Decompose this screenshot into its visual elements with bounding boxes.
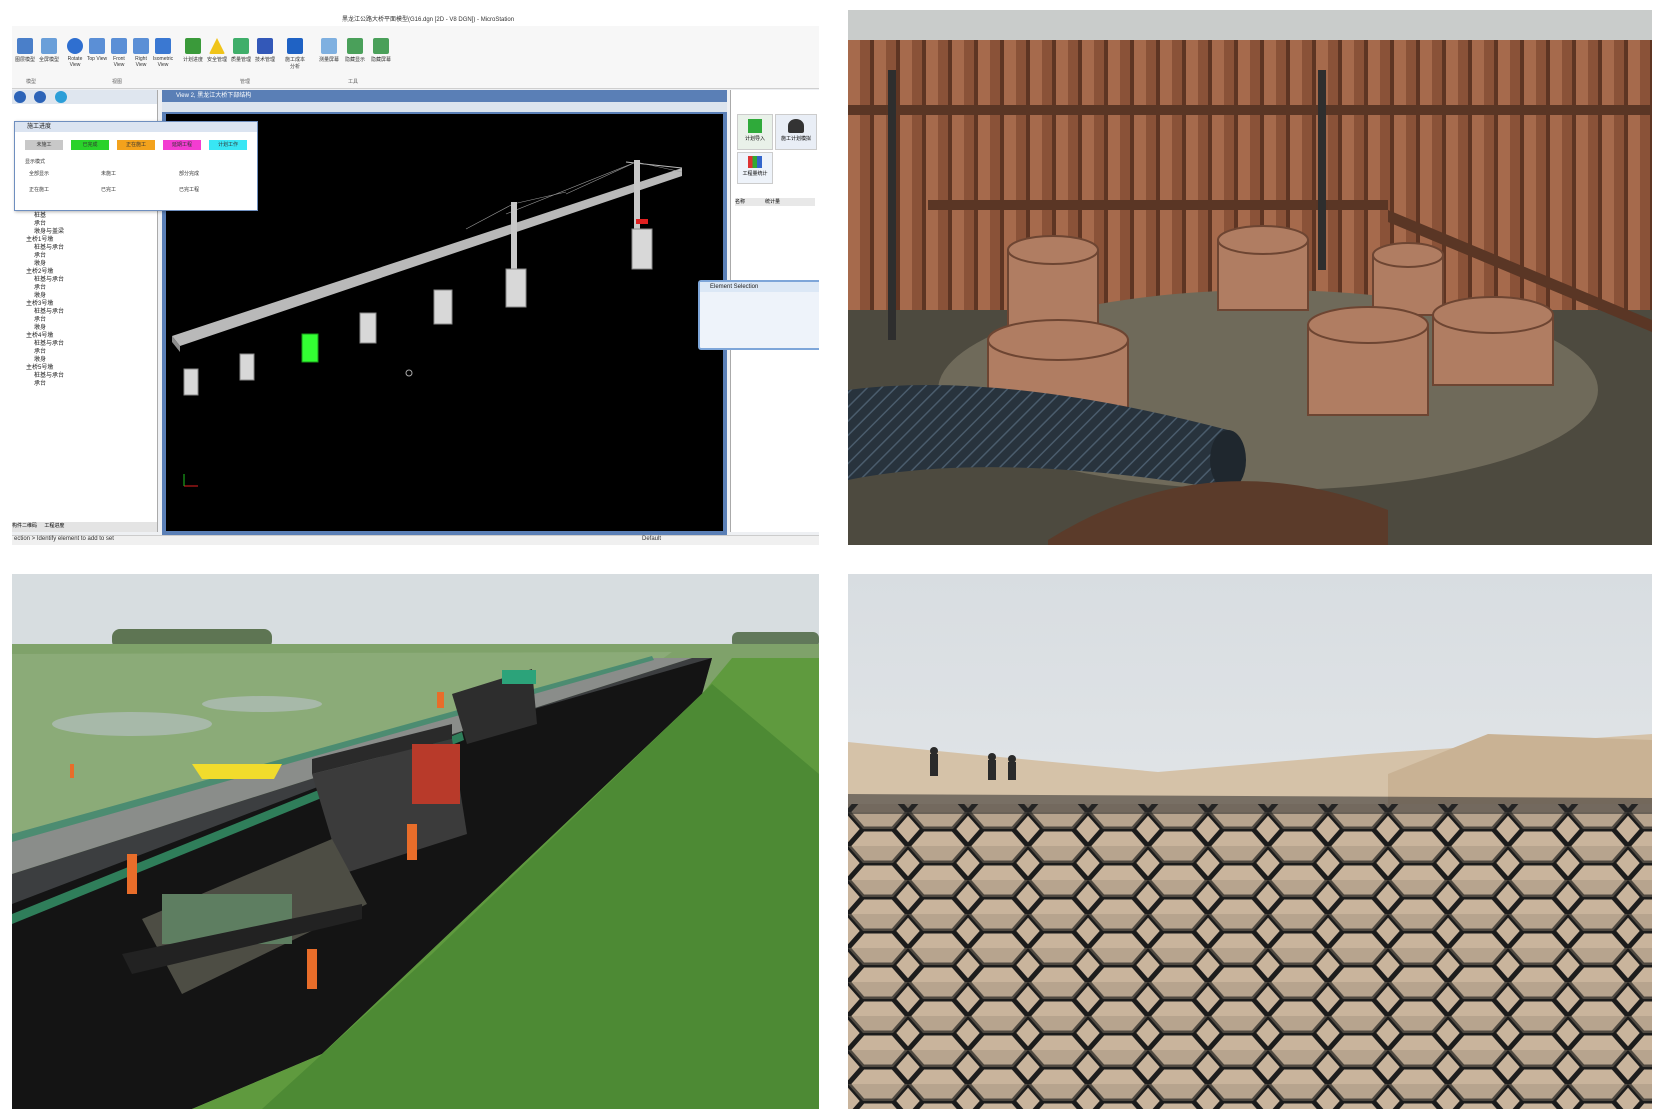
tree-item[interactable]: 桩基 [12,212,157,220]
tree-item[interactable]: 墩身与盖梁 [12,228,157,236]
tree-item[interactable]: 主桥3号墩 [12,300,157,308]
tree-item[interactable]: 桩基与承台 [12,276,157,284]
ribbon-btn-technical[interactable]: 技术管理 [254,38,276,68]
group-label-manage: 管理 [240,79,251,85]
search-icon[interactable] [14,91,26,103]
ribbon-btn-isometric-view[interactable]: Isometric View [152,38,174,68]
tree-item[interactable]: 桩基与承台 [12,372,157,380]
view-title: View 2, 黑龙江大桥下部结构 [176,93,252,99]
ribbon-btn-fullscreen-model[interactable]: 全屏模型 [38,38,60,68]
view-toolbar[interactable] [162,102,727,112]
tree-item[interactable]: 墩身 [12,324,157,332]
ribbon-btn-top-view[interactable]: Top View [86,38,108,68]
tree-item[interactable]: 墩身 [12,356,157,364]
ribbon-btn-measure[interactable]: 测量屏幕 [318,38,340,68]
tree-item[interactable]: 主桥5号墩 [12,364,157,372]
tree-item[interactable]: 桩基与承台 [12,308,157,316]
refresh-icon[interactable] [54,91,67,103]
tree-item[interactable]: 承台 [12,220,157,228]
radio-in-progress[interactable]: 正在施工 [29,186,49,193]
import-icon [748,119,762,133]
tab-progress[interactable]: 工程进度 [44,523,64,529]
ribbon-btn-cost[interactable]: 施工成本分析 [284,38,306,70]
element-selection-dialog[interactable]: Element Selection [698,280,819,350]
ribbon-btn-hide-screen[interactable]: 隐藏屏幕 [370,38,392,68]
status-bar: ection > Identify element to add to set … [12,535,819,545]
quantity-stats-button[interactable]: 工程量统计 [737,152,773,184]
tree-item[interactable]: 桩基与承台 [12,340,157,348]
tree-item[interactable]: 主桥1号墩 [12,236,157,244]
app-title: 黑龙江公路大桥平面模型(G16.dgn [2D - V8 DGN]) - Mic… [342,17,515,23]
status-prompt: ection > Identify element to add to set [14,536,114,542]
asphalt-paving-photo [12,574,819,1109]
tree-item[interactable]: 承台 [12,380,157,388]
ribbon: 图层模型 全屏模型 Rotate View Top View Front Vie… [12,26,819,89]
ribbon-btn-front-view[interactable]: Front View [108,38,130,68]
tree-item[interactable]: 墩身 [12,260,157,268]
radio-partial[interactable]: 部分完成 [179,170,199,177]
chip-delayed[interactable]: 延期工程 [163,140,201,150]
ribbon-btn-model-layer[interactable]: 图层模型 [14,38,36,68]
chip-not-started[interactable]: 未施工 [25,140,63,150]
group-label-view: 视图 [112,79,123,85]
status-level: Default [642,536,662,542]
radio-not-started[interactable]: 未施工 [101,170,116,177]
geocell-photo [848,574,1652,1109]
microstation-screenshot: 黑龙江公路大桥平面模型(G16.dgn [2D - V8 DGN]) - Mic… [12,10,819,545]
tree-toolbar [12,90,157,104]
tree-item[interactable]: 承台 [12,284,157,292]
chip-completed[interactable]: 已完成 [71,140,109,150]
ribbon-btn-quality[interactable]: 质量管理 [230,38,252,68]
group-label-tools: 工具 [348,79,359,85]
info-icon[interactable] [34,91,47,103]
chip-planned[interactable]: 计划工作 [209,140,247,150]
ribbon-btn-rotate-view[interactable]: Rotate View [64,38,86,68]
ribbon-btn-right-view[interactable]: Right View [130,38,152,68]
group-label-model: 模型 [26,79,37,85]
tree-item[interactable]: 桩基与承台 [12,244,157,252]
progress-dialog-title: 施工进度 [15,122,257,132]
tree-item[interactable]: 主桥2号墩 [12,268,157,276]
stats-table-header: 名称 统计量 [735,198,815,206]
radio-done[interactable]: 已完工 [101,186,116,193]
tree-item[interactable]: 承台 [12,348,157,356]
display-mode-label: 显示模式 [25,159,46,165]
tree-item[interactable]: 墩身 [12,292,157,300]
ribbon-btn-schedule[interactable]: 计划进度 [182,38,204,68]
cofferdam-photo [848,10,1652,545]
chip-in-progress[interactable]: 正在施工 [117,140,155,150]
bar-chart-icon [748,156,762,168]
app-titlebar: 黑龙江公路大桥平面模型(G16.dgn [2D - V8 DGN]) - Mic… [12,10,819,27]
import-plan-button[interactable]: 计划导入 [737,114,773,150]
ribbon-btn-hide-show[interactable]: 隐藏显示 [344,38,366,68]
progress-dialog[interactable]: 施工进度 未施工 已完成 正在施工 延期工程 计划工作 显示模式 全部显示 未施… [14,121,258,211]
radio-done-works[interactable]: 已完工程 [179,186,199,193]
tree-item[interactable]: 主桥4号墩 [12,332,157,340]
bottom-tabs: 构件二维码 工程进度 [12,522,157,532]
tree-list: 桩基 承台 墩身与盖梁 主桥1号墩 桩基与承台 承台 墩身 主桥2号墩 桩基与承台 承台 墩身 主桥3… [12,212,157,388]
element-selection-title: Element Selection [700,282,819,292]
ribbon-btn-safety[interactable]: 安全管理 [206,38,228,68]
radio-show-all[interactable]: 全部显示 [29,170,49,177]
tree-item[interactable]: 承台 [12,252,157,260]
excavator-icon [788,119,804,133]
construction-simulation-button[interactable]: 施工计划模拟 [775,114,817,150]
tab-qrcode[interactable]: 构件二维码 [12,523,37,529]
tree-item[interactable]: 承台 [12,316,157,324]
selected-pier [301,333,319,363]
